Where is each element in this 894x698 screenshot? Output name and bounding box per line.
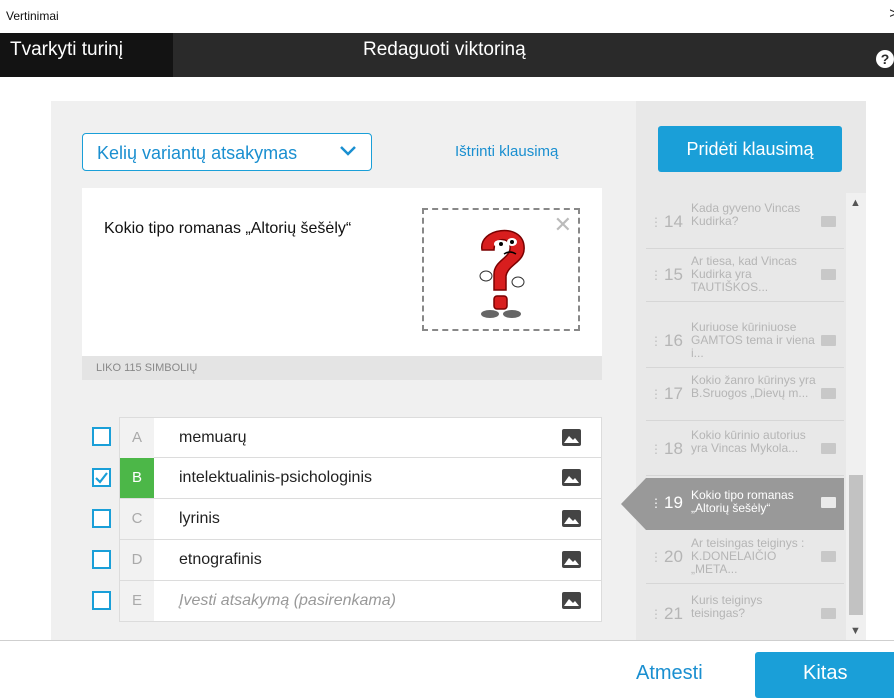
drag-handle-icon[interactable]: ⋮: [650, 496, 662, 510]
answer-correct-checkbox[interactable]: [92, 427, 111, 446]
question-preview-text: Kokio žanro kūrinys yra B.Sruogos „Dievų…: [691, 373, 816, 400]
answer-list: A memuarų B intelektualinis-psichologini…: [82, 417, 602, 622]
chevron-down-icon: [340, 146, 356, 156]
image-icon: [821, 551, 836, 562]
image-icon: [821, 335, 836, 346]
image-icon: [821, 497, 836, 508]
image-icon: [821, 216, 836, 227]
question-mark-mascot-image: [479, 229, 525, 318]
question-text-area[interactable]: Kokio tipo romanas „Altorių šešėly“ ✕: [82, 188, 602, 356]
question-number: 14: [664, 212, 683, 231]
drag-handle-icon[interactable]: ⋮: [650, 387, 662, 401]
help-icon[interactable]: ?: [876, 50, 894, 68]
question-preview-text: Ar teisingas teiginys : K.DONELAIČIO „ME…: [691, 536, 805, 576]
image-icon: [821, 269, 836, 280]
remove-image-icon[interactable]: ✕: [554, 214, 572, 236]
question-list-item[interactable]: ⋮ 14 Kada gyveno Vincas Kudirka?: [646, 197, 844, 249]
question-preview-text: Ar tiesa, kad Vincas Kudirka yra TAUTIŠK…: [691, 254, 797, 294]
image-icon: [821, 608, 836, 619]
reject-button[interactable]: Atmesti: [636, 662, 703, 685]
drag-handle-icon[interactable]: ⋮: [650, 215, 662, 229]
question-list-item[interactable]: ⋮ 17 Kokio žanro kūrinys yra B.Sruogos „…: [646, 369, 844, 421]
add-question-button[interactable]: Pridėti klausimą: [658, 126, 842, 172]
question-preview-text: Kada gyveno Vincas Kudirka?: [691, 201, 801, 228]
image-icon: [821, 443, 836, 454]
character-counter-bar: LIKO 115 SIMBOLIŲ: [82, 356, 602, 380]
answer-card: C lyrinis: [119, 499, 602, 540]
question-image-slot[interactable]: ✕: [422, 208, 580, 331]
answer-card: E Įvesti atsakymą (pasirenkama): [119, 581, 602, 622]
answer-text[interactable]: intelektualinis-psichologinis: [179, 469, 372, 487]
answer-letter: E: [120, 581, 154, 621]
question-list-scrollbar[interactable]: ▲ ▼: [846, 193, 866, 641]
answer-row: A memuarų: [82, 417, 602, 458]
tab-manage-content[interactable]: Tvarkyti turinį: [0, 33, 173, 77]
question-list-item[interactable]: ⋮ 16 Kuriuose kūriniuose GAMTOS tema ir …: [646, 316, 844, 368]
question-list-item[interactable]: ⋮ 18 Kokio kūrinio autorius yra Vincas M…: [646, 424, 844, 476]
drag-handle-icon[interactable]: ⋮: [650, 442, 662, 456]
answer-letter: C: [120, 499, 154, 539]
image-icon: [821, 388, 836, 399]
question-list-item[interactable]: ⋮ 20 Ar teisingas teiginys : K.DONELAIČI…: [646, 532, 844, 584]
checkmark-icon: [95, 472, 108, 484]
scroll-down-icon[interactable]: ▼: [850, 625, 861, 637]
answer-correct-checkbox[interactable]: [92, 550, 111, 569]
window-close-icon[interactable]: >: [889, 5, 894, 22]
answer-row: E Įvesti atsakymą (pasirenkama): [82, 581, 602, 622]
question-preview-text: Kuriuose kūriniuose GAMTOS tema ir viena…: [691, 320, 815, 360]
question-number: 21: [664, 604, 683, 623]
answer-text[interactable]: etnografinis: [179, 551, 262, 569]
answer-card: A memuarų: [119, 417, 602, 458]
answer-text[interactable]: lyrinis: [179, 510, 220, 528]
window-titlebar: Vertinimai >: [0, 0, 894, 33]
answer-text[interactable]: memuarų: [179, 429, 247, 447]
footer-divider: [0, 640, 894, 641]
tab-edit-quiz[interactable]: Redaguoti viktoriną: [363, 39, 526, 61]
add-image-icon[interactable]: [562, 429, 581, 446]
question-type-label: Kelių variantų atsakymas: [97, 143, 298, 163]
question-list-item[interactable]: ⋮ 21 Kuris teiginys teisingas?: [646, 589, 844, 641]
answer-letter: B: [120, 458, 154, 498]
add-image-icon[interactable]: [562, 510, 581, 527]
question-number: 15: [664, 265, 683, 284]
delete-question-link[interactable]: Ištrinti klausimą: [455, 143, 558, 160]
question-number: 16: [664, 331, 683, 350]
question-preview-text: Kokio tipo romanas „Altorių šešėly“: [691, 488, 794, 515]
answer-correct-checkbox[interactable]: [92, 591, 111, 610]
window-title: Vertinimai: [6, 9, 59, 23]
top-navigation-bar: Tvarkyti turinį Redaguoti viktoriną ?: [0, 33, 894, 77]
answer-correct-checkbox[interactable]: [92, 509, 111, 528]
answer-card: D etnografinis: [119, 540, 602, 581]
drag-handle-icon[interactable]: ⋮: [650, 268, 662, 282]
question-list: ⋮ 14 Kada gyveno Vincas Kudirka? ⋮ 15 Ar…: [636, 193, 846, 641]
scroll-up-icon[interactable]: ▲: [850, 197, 861, 209]
question-list-item-active[interactable]: ⋮ 19 Kokio tipo romanas „Altorių šešėly“: [646, 478, 844, 530]
question-list-item[interactable]: ⋮ 15 Ar tiesa, kad Vincas Kudirka yra TA…: [646, 250, 844, 302]
add-image-icon[interactable]: [562, 469, 581, 486]
question-number: 19: [664, 493, 683, 512]
answer-row: D etnografinis: [82, 540, 602, 581]
question-preview-text: Kokio kūrinio autorius yra Vincas Mykola…: [691, 428, 806, 455]
question-number: 20: [664, 547, 683, 566]
question-preview-text: Kuris teiginys teisingas?: [691, 593, 763, 620]
drag-handle-icon[interactable]: ⋮: [650, 334, 662, 348]
question-number: 18: [664, 439, 683, 458]
answer-input-placeholder[interactable]: Įvesti atsakymą (pasirenkama): [179, 592, 396, 610]
question-type-dropdown[interactable]: Kelių variantų atsakymas: [82, 133, 372, 171]
answer-letter: A: [120, 418, 154, 458]
answer-row: C lyrinis: [82, 499, 602, 540]
add-image-icon[interactable]: [562, 551, 581, 568]
question-text[interactable]: Kokio tipo romanas „Altorių šešėly“: [104, 220, 351, 238]
answer-row: B intelektualinis-psichologinis: [82, 458, 602, 499]
answer-card: B intelektualinis-psichologinis: [119, 458, 602, 499]
scrollbar-thumb[interactable]: [849, 475, 863, 615]
answer-correct-checkbox[interactable]: [92, 468, 111, 487]
next-button[interactable]: Kitas: [755, 652, 894, 698]
question-number: 17: [664, 384, 683, 403]
drag-handle-icon[interactable]: ⋮: [650, 550, 662, 564]
add-image-icon[interactable]: [562, 592, 581, 609]
answer-letter: D: [120, 540, 154, 580]
drag-handle-icon[interactable]: ⋮: [650, 607, 662, 621]
characters-left-label: LIKO 115 SIMBOLIŲ: [96, 362, 198, 374]
